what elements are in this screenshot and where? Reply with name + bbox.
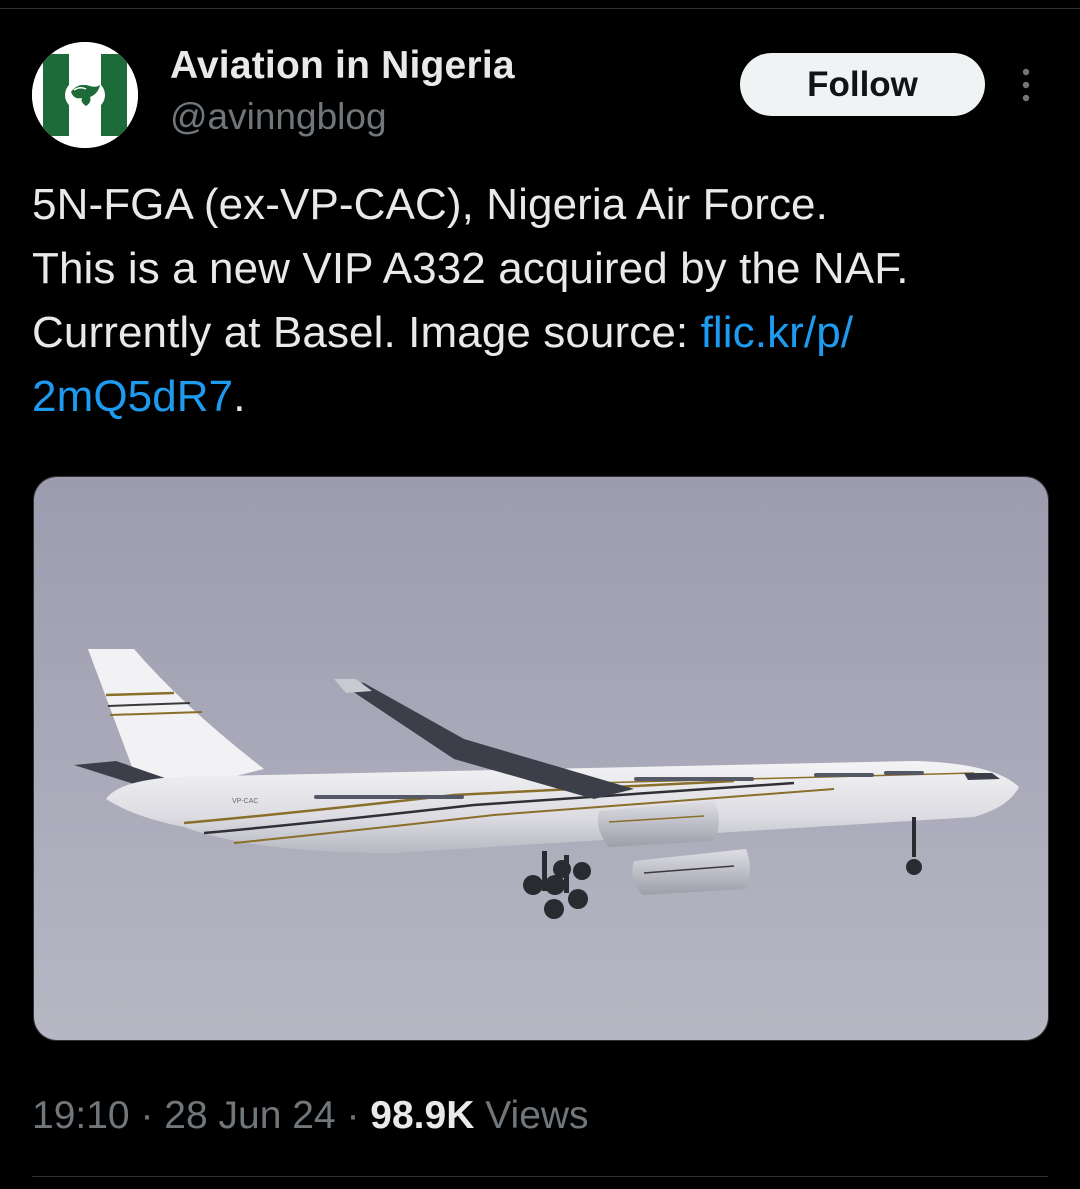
tweet-text-line-3: Currently at Basel. Image source: [32,308,701,357]
top-divider [0,8,1080,9]
author-avatar[interactable] [32,42,138,148]
meta-separator: · [346,1094,360,1137]
views-count: 98.9K [370,1094,475,1137]
aviation-in-nigeria-logo-icon [32,42,138,148]
follow-button[interactable]: Follow [740,53,985,116]
tweet-date[interactable]: 28 Jun 24 [164,1094,335,1137]
tweet-time[interactable]: 19:10 [32,1094,130,1137]
author-handle[interactable]: @avinngblog [170,96,387,138]
aircraft-registration-text: VP-CAC [232,798,258,805]
bottom-divider [32,1176,1048,1177]
more-vertical-icon[interactable] [1010,66,1042,106]
tweet-link-part-2[interactable]: 2mQ5dR7 [32,372,233,421]
tweet-text: 5N-FGA (ex-VP-CAC), Nigeria Air Force. T… [32,173,1052,429]
tweet-link-part-1[interactable]: flic.kr/p/ [701,308,854,357]
aircraft-photo: VP-CAC [34,477,1048,1040]
author-display-name[interactable]: Aviation in Nigeria [170,44,515,88]
tweet-text-suffix: . [233,372,246,421]
tweet-meta: 19:10 · 28 Jun 24 · 98.9K Views [32,1094,589,1138]
tweet-photo[interactable]: VP-CAC [33,476,1049,1041]
views-label: Views [485,1094,589,1137]
tweet-text-line-2: This is a new VIP A332 acquired by the N… [32,244,909,293]
tweet-text-line-1: 5N-FGA (ex-VP-CAC), Nigeria Air Force. [32,180,828,229]
meta-separator: · [140,1094,154,1137]
